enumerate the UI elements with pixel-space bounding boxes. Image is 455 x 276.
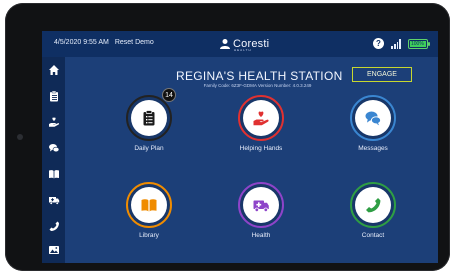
status-left: 4/5/2020 9:55 AM Reset Demo xyxy=(54,39,154,46)
battery-label: 100% xyxy=(411,40,424,47)
engage-button[interactable]: ENGAGE xyxy=(352,67,412,82)
sidebar-item-messages[interactable] xyxy=(42,137,65,159)
sidebar-item-helping-hands[interactable] xyxy=(42,111,65,133)
tile-ring xyxy=(238,182,284,228)
phone-icon xyxy=(49,221,59,231)
app-logo: Coresti HEALTH xyxy=(219,37,269,52)
sidebar-item-daily-plan[interactable] xyxy=(42,85,65,107)
help-icon[interactable]: ? xyxy=(373,38,384,49)
tile-ring xyxy=(350,182,396,228)
tile-health[interactable]: Health xyxy=(216,182,306,263)
reset-demo-link[interactable]: Reset Demo xyxy=(115,39,154,46)
tile-label: Library xyxy=(139,232,159,239)
home-icon xyxy=(48,65,59,75)
datetime: 4/5/2020 9:55 AM xyxy=(54,39,109,46)
sidebar-item-contact[interactable] xyxy=(42,215,65,237)
clipboard-icon xyxy=(49,90,58,102)
sidebar-item-photos[interactable] xyxy=(42,239,65,261)
person-logo-icon xyxy=(220,39,230,49)
tile-daily-plan[interactable]: 14 Daily Plan xyxy=(104,88,194,185)
tile-helping-hands[interactable]: Helping Hands xyxy=(216,95,306,185)
book-icon xyxy=(141,199,157,212)
tablet-frame: 4/5/2020 9:55 AM Reset Demo Coresti HEAL… xyxy=(5,3,450,271)
phone-icon xyxy=(366,198,381,213)
photo-icon xyxy=(48,246,59,254)
chat-icon xyxy=(48,144,59,153)
book-icon xyxy=(48,170,59,179)
app-screen: 4/5/2020 9:55 AM Reset Demo Coresti HEAL… xyxy=(42,31,438,263)
tile-contact[interactable]: Contact xyxy=(328,182,418,263)
tile-messages[interactable]: Messages xyxy=(328,95,418,185)
status-bar: 4/5/2020 9:55 AM Reset Demo Coresti HEAL… xyxy=(42,31,438,57)
sidebar-item-library[interactable] xyxy=(42,163,65,185)
sidebar-item-health[interactable] xyxy=(42,189,65,211)
signal-icon xyxy=(391,38,401,49)
tile-ring xyxy=(126,95,172,141)
ambulance-icon xyxy=(48,197,59,205)
tile-label: Daily Plan xyxy=(134,145,164,152)
tile-library[interactable]: Library xyxy=(104,182,194,263)
battery-icon: 100% xyxy=(408,38,430,49)
tile-label: Health xyxy=(251,232,271,239)
tile-label: Messages xyxy=(358,145,388,152)
sidebar-item-home[interactable] xyxy=(42,59,65,81)
helping-hands-icon xyxy=(48,117,59,127)
tile-ring xyxy=(238,95,284,141)
ambulance-icon xyxy=(253,200,269,212)
tile-label: Contact xyxy=(361,232,385,239)
sidebar-nav xyxy=(42,57,65,263)
tile-ring xyxy=(350,95,396,141)
clipboard-icon xyxy=(143,110,155,126)
tile-label: Helping Hands xyxy=(239,145,283,152)
helping-hands-icon xyxy=(253,111,269,126)
chat-icon xyxy=(365,111,382,126)
camera-dot xyxy=(17,134,23,140)
station-title: REGINA'S HEALTH STATION xyxy=(176,69,343,83)
status-icons: ? 100% xyxy=(373,38,430,49)
tile-ring xyxy=(126,182,172,228)
family-code-version: Family Code: 6Z3F-GDMA Version Number: 4… xyxy=(203,83,312,88)
logo-subtext: HEALTH xyxy=(234,48,252,52)
notification-badge: 14 xyxy=(162,88,176,102)
